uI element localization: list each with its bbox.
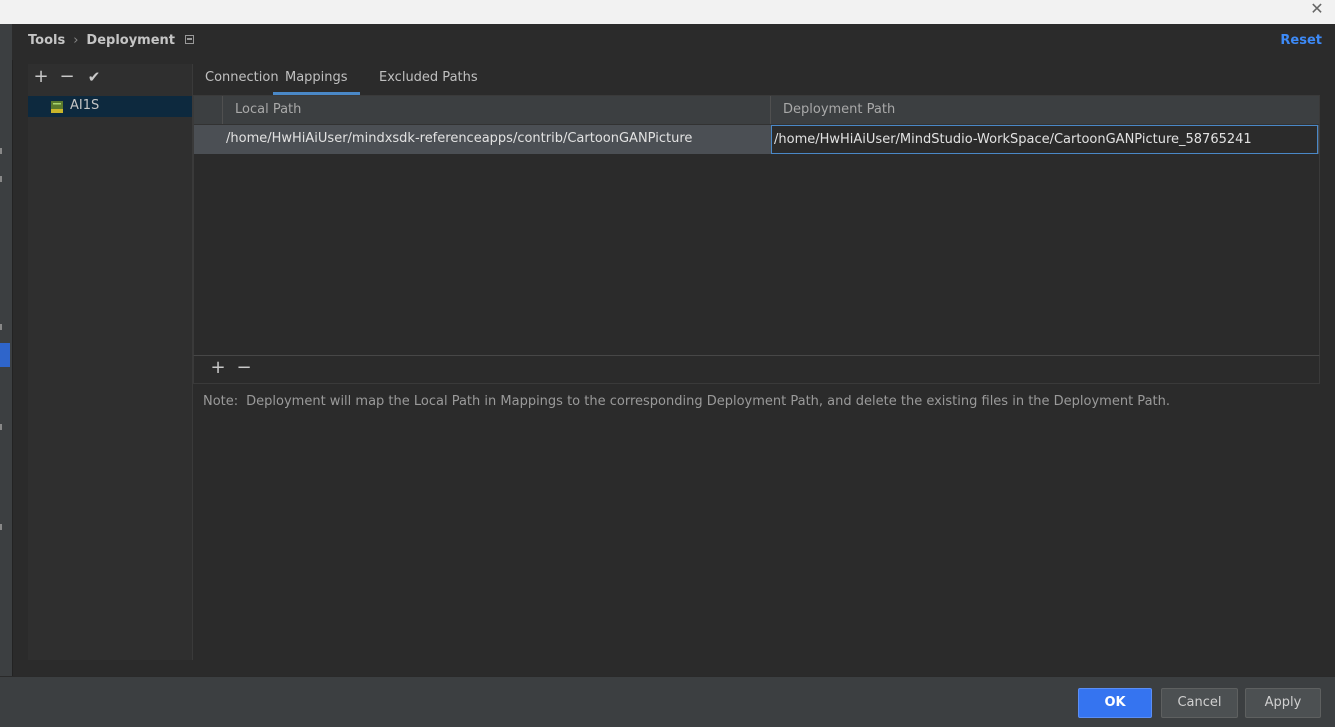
add-mapping-icon[interactable]: +	[208, 358, 228, 378]
local-path-cell[interactable]: /home/HwHiAiUser/mindxsdk-referenceapps/…	[226, 131, 692, 146]
deployment-path-editor[interactable]	[771, 125, 1318, 154]
breadcrumb: Tools › Deployment	[28, 33, 195, 48]
note-label: Note:	[203, 394, 239, 409]
window-titlebar: ✕	[0, 0, 1335, 24]
server-list-panel: + − ✔ AI1S	[28, 64, 193, 660]
dialog-footer: OK Cancel Apply	[0, 676, 1335, 727]
strip-marker	[0, 524, 2, 530]
column-header-local-path[interactable]: Local Path	[235, 102, 301, 117]
tab-mappings[interactable]: Mappings	[273, 70, 360, 95]
reset-link[interactable]: Reset	[1280, 33, 1322, 48]
mappings-table: Local Path Deployment Path /home/HwHiAiU…	[193, 95, 1320, 357]
add-server-icon[interactable]: +	[30, 66, 52, 88]
apply-button[interactable]: Apply	[1245, 688, 1321, 718]
remove-server-icon[interactable]: −	[56, 66, 78, 88]
breadcrumb-current: Deployment	[86, 33, 176, 48]
server-list-toolbar: + − ✔	[28, 64, 192, 92]
ok-button[interactable]: OK	[1078, 688, 1152, 718]
column-divider	[222, 96, 223, 124]
cancel-button[interactable]: Cancel	[1161, 688, 1238, 718]
deployment-path-input[interactable]	[774, 129, 1312, 149]
mappings-toolbar: + −	[193, 355, 1320, 384]
server-item-ai1s[interactable]: AI1S	[28, 96, 192, 117]
settings-sidebar-strip	[0, 24, 13, 676]
sftp-server-icon	[51, 101, 63, 113]
strip-active-item[interactable]	[0, 343, 10, 367]
tab-connection[interactable]: Connection	[205, 70, 279, 95]
remove-mapping-icon[interactable]: −	[234, 358, 254, 378]
column-divider[interactable]	[770, 96, 771, 124]
strip-marker	[0, 424, 2, 430]
breadcrumb-separator: ›	[73, 33, 79, 48]
strip-marker	[0, 176, 2, 182]
column-header-deployment-path[interactable]: Deployment Path	[783, 102, 895, 117]
strip-marker	[0, 148, 2, 154]
table-row[interactable]: /home/HwHiAiUser/mindxsdk-referenceapps/…	[194, 125, 1319, 154]
breadcrumb-root[interactable]: Tools	[28, 33, 65, 48]
close-icon[interactable]: ✕	[1307, 0, 1327, 20]
set-default-check-icon[interactable]: ✔	[83, 66, 105, 88]
table-header: Local Path Deployment Path	[194, 96, 1319, 125]
deployment-tabs: Connection Mappings Excluded Paths	[193, 64, 1323, 95]
server-label: AI1S	[70, 98, 100, 113]
project-settings-icon	[185, 35, 195, 44]
settings-header: Tools › Deployment Reset	[12, 24, 1335, 60]
tab-excluded-paths[interactable]: Excluded Paths	[379, 70, 478, 95]
mappings-note: Note: Deployment will map the Local Path …	[203, 394, 1170, 409]
strip-marker	[0, 324, 2, 330]
note-text: Deployment will map the Local Path in Ma…	[246, 394, 1171, 409]
